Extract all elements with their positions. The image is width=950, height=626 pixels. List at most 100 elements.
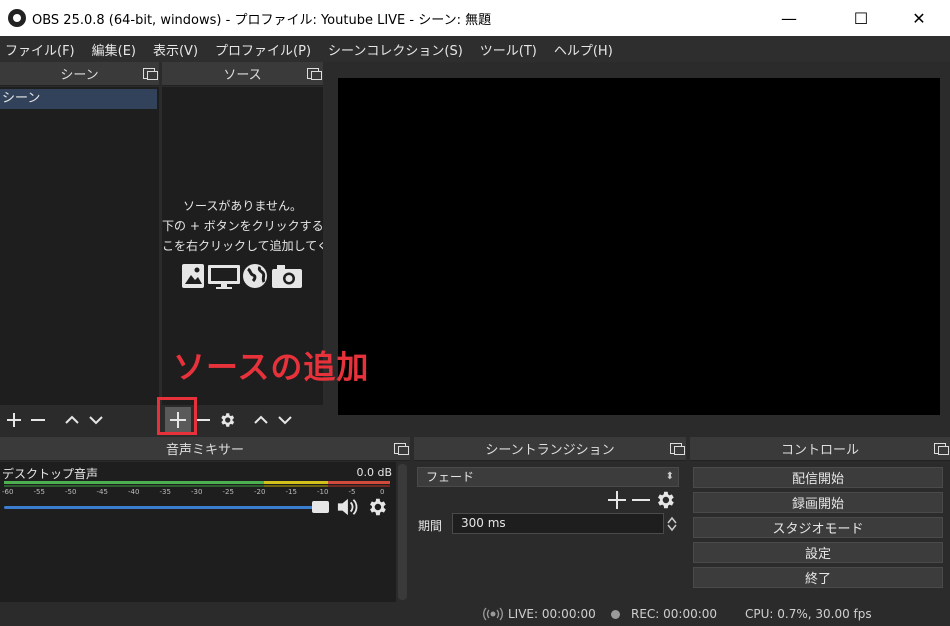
meter-tick-label: -55 [33, 488, 45, 496]
mixer-dock-title: 音声ミキサー [0, 437, 410, 461]
remove-scene-button[interactable] [26, 408, 50, 432]
menu-edit[interactable]: 編集(E) [92, 40, 136, 59]
move-source-up-button[interactable] [249, 408, 273, 432]
meter-tick-label: -60 [2, 488, 14, 496]
transition-toolbar [606, 489, 676, 511]
controls-title-label: コントロール [780, 443, 859, 458]
chevron-down-icon [278, 415, 292, 424]
add-transition-button[interactable] [606, 489, 628, 511]
monitor-icon [208, 265, 240, 289]
duration-label: 期間 [418, 519, 443, 533]
undock-icon[interactable] [394, 443, 409, 455]
cpu-status: CPU: 0.7%, 30.00 fps [745, 607, 872, 621]
transition-select-value: フェード [426, 470, 475, 484]
minus-icon [196, 418, 210, 421]
menu-tools[interactable]: ツール(T) [480, 40, 537, 59]
controls-dock: コントロール 配信開始 録画開始 スタジオモード 設定 終了 [690, 437, 950, 602]
settings-button[interactable]: 設定 [693, 542, 943, 563]
mixer-channel-area: デスクトップ音声 0.0 dB -60 -55 -50 -45 -40 -35 -30 -25… [0, 462, 396, 602]
chevron-up-icon [667, 516, 677, 523]
source-properties-button[interactable] [215, 408, 239, 432]
gear-icon [221, 412, 235, 427]
scenes-title-label: シーン [60, 68, 99, 83]
chevron-up-icon [254, 415, 268, 424]
meter-tick-label: -25 [222, 488, 234, 496]
speaker-icon[interactable] [336, 497, 358, 517]
rec-status: REC: 00:00:00 [631, 607, 718, 621]
chevron-down-icon [667, 524, 677, 531]
transition-select[interactable]: フェード ⬍ [417, 467, 679, 487]
move-scene-down-button[interactable] [84, 408, 108, 432]
undock-icon[interactable] [143, 68, 158, 80]
annotation-label: ソースの追加 [173, 348, 370, 386]
volume-meter [4, 481, 390, 487]
plus-icon [7, 412, 21, 427]
meter-tick-label: 0 [380, 488, 385, 496]
transitions-dock-title: シーントランジション [414, 437, 686, 461]
controls-dock-title: コントロール [690, 437, 950, 461]
studio-mode-button[interactable]: スタジオモード [693, 517, 943, 538]
scenes-dock-title: シーン [0, 62, 159, 86]
menu-help[interactable]: ヘルプ(H) [554, 40, 613, 59]
meter-tick-label: -50 [65, 488, 77, 496]
duration-input[interactable]: 300 ms [452, 513, 664, 534]
move-scene-up-button[interactable] [60, 408, 84, 432]
globe-icon [243, 264, 267, 288]
window-title: OBS 25.0.8 (64-bit, windows) - プロファイル: Y… [32, 13, 492, 28]
transitions-title-label: シーントランジション [485, 443, 615, 458]
start-recording-button[interactable]: 録画開始 [693, 492, 943, 513]
sources-dock-title: ソース [162, 62, 323, 86]
close-button[interactable]: ✕ [896, 0, 942, 36]
image-icon [182, 264, 204, 288]
exit-button[interactable]: 終了 [693, 567, 943, 588]
updown-icon: ⬍ [665, 471, 674, 482]
remove-transition-button[interactable] [630, 489, 652, 511]
menu-scene-collection[interactable]: シーンコレクション(S) [328, 40, 463, 59]
menu-file[interactable]: ファイル(F) [5, 40, 75, 59]
meter-tick-label: -45 [96, 488, 108, 496]
gear-icon[interactable] [366, 496, 388, 518]
preview-canvas[interactable] [338, 78, 940, 415]
empty-message-line-3: またはここを右クリックして追加してください。 [162, 239, 323, 253]
channel-level: 0.0 dB [356, 466, 392, 479]
audio-mixer-dock: 音声ミキサー デスクトップ音声 0.0 dB -60 -55 -50 -45 -40 -3… [0, 437, 410, 602]
undock-icon[interactable] [670, 443, 685, 455]
minus-icon [31, 418, 45, 421]
scene-transitions-dock: シーントランジション フェード ⬍ 期間 300 ms [414, 437, 686, 602]
meter-tick-label: -15 [285, 488, 297, 496]
chevron-up-icon [65, 415, 79, 424]
mixer-scrollbar[interactable] [398, 464, 407, 600]
add-scene-button[interactable] [2, 408, 26, 432]
menu-profile[interactable]: プロファイル(P) [215, 40, 311, 59]
transition-properties-button[interactable] [654, 489, 676, 511]
undock-icon[interactable] [934, 443, 949, 455]
title-bar: OBS 25.0.8 (64-bit, windows) - プロファイル: Y… [0, 0, 950, 36]
meter-tick-label: -5 [348, 488, 356, 496]
camera-icon [272, 265, 302, 288]
meter-tick-label: -40 [128, 488, 140, 496]
volume-slider[interactable] [4, 506, 328, 509]
meter-tick-label: -30 [191, 488, 203, 496]
menu-view[interactable]: 表示(V) [153, 40, 198, 59]
menu-bar: ファイル(F) 編集(E) 表示(V) プロファイル(P) シーンコレクション(… [0, 36, 950, 62]
live-broadcast-icon [483, 607, 503, 621]
meter-tick-label: -10 [317, 488, 329, 496]
empty-message-line-1: ソースがありません。 [182, 199, 303, 213]
volume-slider-handle[interactable] [312, 501, 329, 513]
undock-icon[interactable] [307, 68, 322, 80]
mixer-title-label: 音声ミキサー [165, 443, 244, 458]
minimize-button[interactable]: — [766, 0, 812, 36]
scene-list[interactable]: シーン [0, 87, 159, 405]
start-streaming-button[interactable]: 配信開始 [693, 467, 943, 488]
maximize-button[interactable]: ☐ [838, 0, 884, 36]
source-type-icons [182, 264, 302, 289]
status-bar: LIVE: 00:00:00 REC: 00:00:00 CPU: 0.7%, … [0, 602, 950, 626]
sources-title-label: ソース [223, 68, 262, 83]
meter-tick-label: -35 [159, 488, 171, 496]
live-status: LIVE: 00:00:00 [508, 607, 596, 621]
duration-stepper[interactable] [664, 513, 680, 534]
chevron-down-icon [89, 415, 103, 424]
scene-item[interactable]: シーン [0, 89, 157, 109]
annotation-highlight-box [157, 397, 197, 435]
move-source-down-button[interactable] [273, 408, 297, 432]
